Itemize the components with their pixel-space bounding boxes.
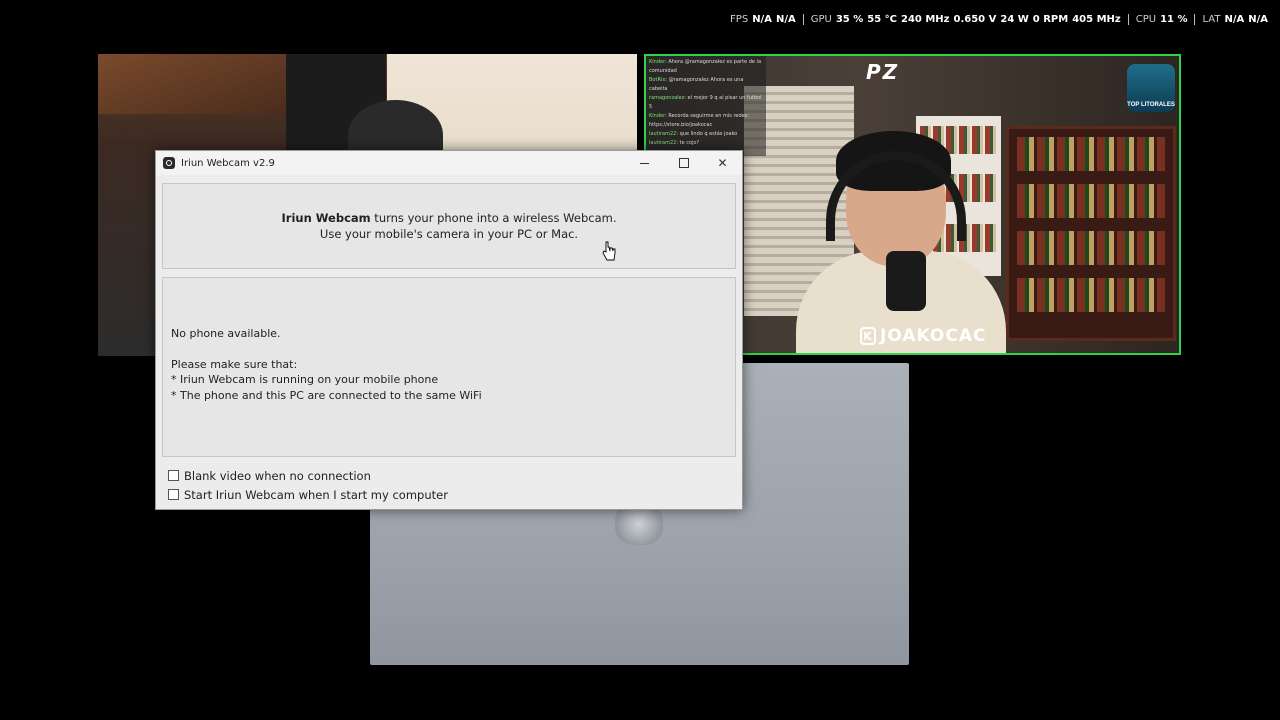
brand-name: Iriun Webcam (281, 211, 371, 225)
streamer-name: K JOAKOCAC (860, 326, 986, 346)
perf-gpu: GPU 35 % 55 °C 240 MHz 0.650 V 24 W 0 RP… (804, 13, 1129, 25)
minimize-button[interactable] (625, 151, 664, 175)
chat-message: BotRix: @ramagonzalez Ahora es una cabei… (649, 77, 744, 92)
top-litorales-logo: TOP LITORALES (1127, 64, 1175, 112)
options-list: Blank video when no connection Start Iri… (168, 466, 448, 504)
instruction-item: * The phone and this PC are connected to… (171, 388, 482, 402)
chat-message: Kinder: Recorda seguirme en mis redes: h… (649, 113, 750, 128)
chat-message: lautiram22: que lindo q estás joako (649, 131, 738, 137)
maximize-button[interactable] (664, 151, 703, 175)
instructions-title: Please make sure that: (171, 357, 298, 371)
window-controls: ✕ (625, 151, 742, 175)
info-header-panel: Iriun Webcam turns your phone into a wir… (162, 183, 736, 269)
header-line-2: Use your mobile's camera in your PC or M… (319, 227, 579, 241)
iriun-webcam-window: Iriun Webcam v2.9 ✕ Iriun Webcam turns y… (155, 150, 743, 510)
streamer-figure (796, 131, 1006, 353)
background-shelf (98, 54, 288, 114)
performance-overlay: FPS N/A N/A GPU 35 % 55 °C 240 MHz 0.650… (723, 10, 1268, 28)
microphone-icon (886, 251, 926, 311)
title-bar[interactable]: Iriun Webcam v2.9 ✕ (156, 151, 742, 175)
perf-cpu: CPU 11 % (1129, 13, 1196, 25)
close-button[interactable]: ✕ (703, 151, 742, 175)
chat-message: Kinder: Ahora @ramagonzalez es parte de … (649, 59, 762, 74)
hand-cursor-icon (602, 241, 616, 261)
window-title: Iriun Webcam v2.9 (181, 157, 275, 169)
instruction-item: * Iriun Webcam is running on your mobile… (171, 373, 439, 386)
header-line-1: Iriun Webcam turns your phone into a wir… (281, 211, 617, 225)
option-autostart[interactable]: Start Iriun Webcam when I start my compu… (168, 485, 448, 504)
chat-message: lautiram22: te cojo? (649, 140, 700, 146)
option-blank-video[interactable]: Blank video when no connection (168, 466, 448, 485)
blank-video-checkbox[interactable] (168, 470, 179, 481)
stream-chat-overlay: Kinder: Ahora @ramagonzalez es parte de … (646, 56, 766, 156)
perf-latency: LAT N/A N/A (1202, 13, 1268, 25)
status-panel: No phone available. Please make sure tha… (162, 277, 736, 457)
autostart-checkbox[interactable] (168, 489, 179, 500)
perf-fps: FPS N/A N/A (723, 13, 804, 25)
stream-logo: PZ (866, 60, 900, 84)
status-text: No phone available. (171, 327, 281, 340)
background-liquor-cabinet (1006, 126, 1176, 341)
iriun-app-icon (163, 157, 175, 169)
kick-icon: K (860, 327, 876, 345)
chat-message: ramagonzalez: el mejor 9 q ai pisar un f… (649, 95, 762, 110)
